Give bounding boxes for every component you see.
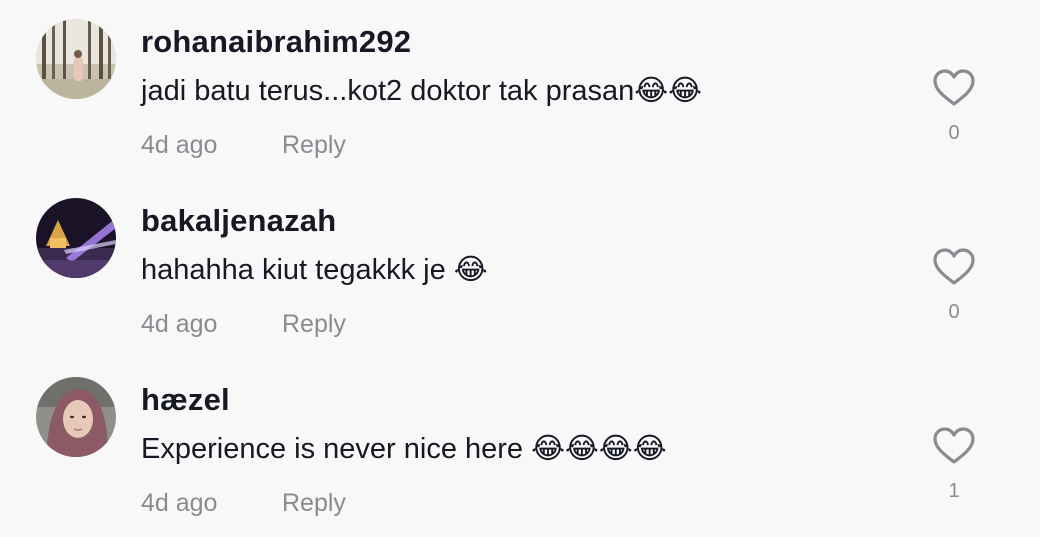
comment-timestamp: 4d ago <box>141 489 218 517</box>
reply-button[interactable]: Reply <box>282 489 346 518</box>
comment-item: hæzel Experience is never nice here 😂😂😂😂… <box>0 358 1040 537</box>
comment-text: hahahha kiut tegakkk je 😂 <box>141 254 488 286</box>
username[interactable]: hæzel <box>141 382 230 418</box>
avatar[interactable] <box>36 377 116 457</box>
comment-text: jadi batu terus...kot2 doktor tak prasan… <box>141 75 703 107</box>
like-count: 0 <box>948 122 960 144</box>
avatar-image <box>36 198 116 278</box>
like-count: 1 <box>948 480 960 502</box>
heart-outline-icon <box>933 69 975 106</box>
avatar[interactable] <box>36 19 116 99</box>
comment-timestamp: 4d ago <box>141 131 218 159</box>
avatar[interactable] <box>36 198 116 278</box>
reply-button[interactable]: Reply <box>282 310 346 339</box>
username[interactable]: bakaljenazah <box>141 203 336 239</box>
username[interactable]: rohanaibrahim292 <box>141 24 411 60</box>
like-count: 0 <box>948 301 960 323</box>
comment-item: bakaljenazah hahahha kiut tegakkk je 😂 4… <box>0 179 1040 358</box>
comment-timestamp: 4d ago <box>141 310 218 338</box>
like-button[interactable] <box>931 68 977 108</box>
comment-item: rohanaibrahim292 jadi batu terus...kot2 … <box>0 0 1040 179</box>
avatar-image <box>36 377 116 457</box>
reply-button[interactable]: Reply <box>282 131 346 160</box>
comment-text: Experience is never nice here 😂😂😂😂 <box>141 433 667 465</box>
like-button[interactable] <box>931 426 977 466</box>
heart-outline-icon <box>933 427 975 464</box>
heart-outline-icon <box>933 248 975 285</box>
like-button[interactable] <box>931 247 977 287</box>
avatar-image <box>36 19 116 99</box>
